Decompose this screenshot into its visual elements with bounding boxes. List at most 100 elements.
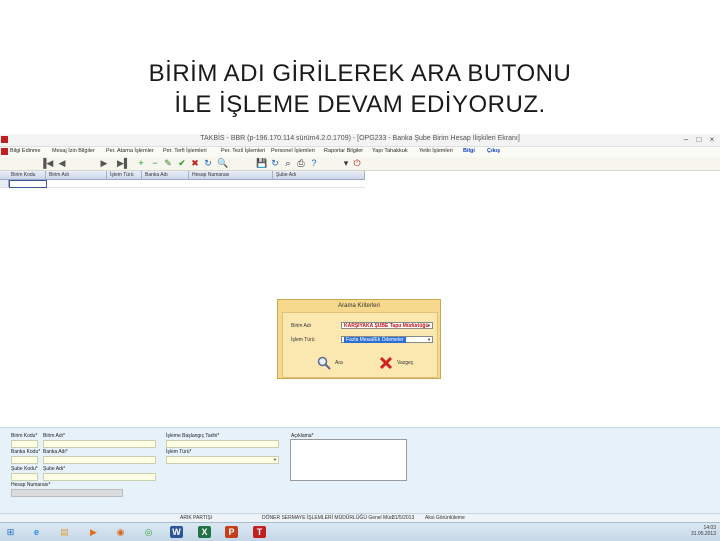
dialog-body: Birim Adı KARŞIYAKA ŞUBE Tapu Müdürlüğü … (282, 312, 438, 378)
islem-turu-value: Fazla Mesai/Ek Ödemeler (344, 337, 406, 343)
system-clock[interactable]: 14:03 31.05.2013 (680, 525, 716, 537)
save-icon[interactable]: 💾 (256, 158, 267, 168)
islem-turu-label: İşlem Türü* (166, 449, 192, 455)
table-row[interactable] (0, 180, 365, 188)
sube-adi-label: Şube Adı* (43, 466, 66, 472)
internet-explorer-icon[interactable]: e (30, 526, 43, 538)
takbis-app-icon[interactable]: T (253, 526, 266, 538)
birim-adi-value: KARŞIYAKA ŞUBE Tapu Müdürlüğü (344, 323, 429, 329)
grid-column-header[interactable]: Banka Adı (142, 171, 189, 179)
print-icon[interactable]: ⎙ (296, 158, 306, 168)
menu-item[interactable]: Yapı Tahakkuk (372, 148, 408, 154)
cancel-icon[interactable]: ✖ (190, 158, 200, 168)
next-record-icon[interactable]: ▶ (99, 158, 109, 168)
banka-kodu-field[interactable] (11, 456, 38, 464)
detail-form: Birim Kodu* Birim Adı* Banka Kodu* Banka… (0, 427, 720, 514)
menu-item[interactable]: Yetki İşlemleri (419, 148, 453, 154)
islem-turu-field[interactable]: ▼ (166, 456, 279, 464)
dialog-title: Arama Kriterleri (338, 303, 380, 309)
menu-item[interactable]: Bilgi Edinme (10, 148, 41, 154)
menu-item[interactable]: Personel İşlemleri (271, 148, 315, 154)
banka-adi-label: Banka Adı* (43, 449, 68, 455)
banka-kodu-label: Banka Kodu* (11, 449, 41, 455)
taskbar: ⊞ e ▤ ▶ ◉ ◎ W X P T 14:03 31.05.2013 (0, 522, 720, 541)
aciklama-textarea[interactable] (290, 439, 407, 481)
cancel-icon (379, 356, 393, 370)
menu-item[interactable]: Mesaj İzin Bilgiler (52, 148, 95, 154)
chevron-down-icon[interactable]: ▼ (273, 457, 277, 462)
ara-button[interactable]: Ara (317, 356, 343, 370)
media-player-icon[interactable]: ▶ (87, 526, 100, 538)
sube-kodu-label: Şube Kodu* (11, 466, 38, 472)
excel-icon[interactable]: X (198, 526, 211, 538)
sube-kodu-field[interactable] (11, 473, 38, 481)
menu-item[interactable]: Per. Atama İşlemler (106, 148, 154, 154)
birim-kodu-field[interactable] (11, 440, 38, 448)
check-icon[interactable]: ✔ (177, 158, 187, 168)
exit-icon[interactable]: ⏻ (352, 158, 362, 168)
birim-kodu-label: Birim Kodu* (11, 433, 38, 439)
sube-adi-field[interactable] (43, 473, 156, 481)
slide-title-line2: İLE İŞLEME DEVAM EDİYORUZ. (174, 91, 546, 118)
birim-adi-select[interactable]: KARŞIYAKA ŞUBE Tapu Müdürlüğü ▼ (341, 322, 433, 329)
islem-tarihi-field[interactable] (166, 440, 279, 448)
close-button[interactable]: × (706, 135, 718, 144)
menu-item-cikis[interactable]: Çıkış (487, 148, 500, 154)
grid-column-header[interactable]: İşlem Türü (107, 171, 142, 179)
grid-column-header[interactable]: Birim Kodu (8, 171, 46, 179)
status-right: Aksi Görüntüleme (425, 515, 465, 521)
chevron-down-icon[interactable]: ▼ (427, 337, 431, 343)
search-dialog: Arama Kriterleri Birim Adı KARŞIYAKA ŞUB… (277, 299, 441, 379)
file-explorer-icon[interactable]: ▤ (58, 526, 71, 538)
grid-column-header[interactable]: Hesap Numarası (189, 171, 273, 179)
menu-item-bilgi[interactable]: Bilgi (463, 148, 475, 154)
edit-icon[interactable]: ✎ (163, 158, 173, 168)
chevron-down-icon[interactable]: ▼ (427, 323, 431, 329)
remove-icon[interactable]: − (150, 158, 160, 168)
window-titlebar: TAKBİS - BBR (p-196.170.114 sürüm4.2.0.1… (0, 134, 720, 147)
slide-title-line1: BİRİM ADI GİRİLEREK ARA BUTONU (148, 60, 572, 87)
lookup-icon[interactable]: ⌕ (283, 158, 293, 168)
menu-item[interactable]: Raporlar Bilgiler (324, 148, 363, 154)
hesap-numarasi-label: Hesap Numarası* (11, 482, 51, 488)
islem-turu-select[interactable]: Fazla Mesai/Ek Ödemeler ▼ (341, 336, 433, 343)
vazgec-button[interactable]: Vazgeç (379, 356, 413, 370)
firefox-icon[interactable]: ◉ (114, 526, 127, 538)
windows-start-icon[interactable]: ⊞ (4, 526, 17, 538)
powerpoint-icon[interactable]: P (225, 526, 238, 538)
refresh-icon[interactable]: ↻ (203, 158, 213, 168)
menu-item[interactable]: Per. Tezil İşlemleri (221, 148, 265, 154)
menu-app-icon (1, 148, 8, 155)
grid-column-header[interactable]: Birim Adı (46, 171, 107, 179)
grid-column-header[interactable]: Şube Adı (273, 171, 365, 179)
chrome-icon[interactable]: ◎ (142, 526, 155, 538)
add-icon[interactable]: + (136, 158, 146, 168)
grid-header: Birim Kodu Birim Adı İşlem Türü Banka Ad… (0, 171, 365, 180)
menu-item[interactable]: Per. Terfi İşlemleri (163, 148, 207, 154)
minimize-button[interactable]: – (680, 135, 692, 144)
last-record-icon[interactable]: ▶▌ (117, 158, 130, 168)
hesap-numarasi-field[interactable] (11, 489, 123, 497)
maximize-button[interactable]: □ (693, 135, 705, 144)
search-icon (317, 356, 331, 370)
birim-adi-field[interactable] (43, 440, 156, 448)
ara-button-label: Ara (335, 360, 343, 366)
banka-adi-field[interactable] (43, 456, 156, 464)
previous-record-icon[interactable]: ◀ (57, 158, 67, 168)
toolbar: ▐◀ ◀ ▶ ▶▌ + − ✎ ✔ ✖ ↻ 🔍 💾 ↻ ⌕ ⎙ ? ▾ ⏻ (0, 157, 720, 171)
status-date: 31/5/2013 (392, 515, 415, 521)
clock-date: 31.05.2013 (690, 531, 716, 537)
search-icon[interactable]: 🔍 (217, 158, 228, 168)
vazgec-button-label: Vazgeç (397, 360, 414, 366)
slide-title: BİRİM ADI GİRİLEREK ARA BUTONU İLE İŞLEM… (0, 58, 720, 120)
refresh-alt-icon[interactable]: ↻ (270, 158, 280, 168)
islem-turu-label: İşlem Türü (291, 337, 315, 343)
word-icon[interactable]: W (170, 526, 183, 538)
help-icon[interactable]: ? (309, 158, 319, 168)
status-left: ARIK PARTIŞI (180, 515, 213, 521)
islem-tarihi-label: İşleme Başlangıç Tarihi* (166, 433, 220, 439)
first-record-icon[interactable]: ▐◀ (40, 158, 53, 168)
birim-adi-label: Birim Adı* (43, 433, 65, 439)
grid-cell[interactable] (9, 180, 47, 188)
options-icon[interactable]: ▾ (341, 158, 351, 168)
